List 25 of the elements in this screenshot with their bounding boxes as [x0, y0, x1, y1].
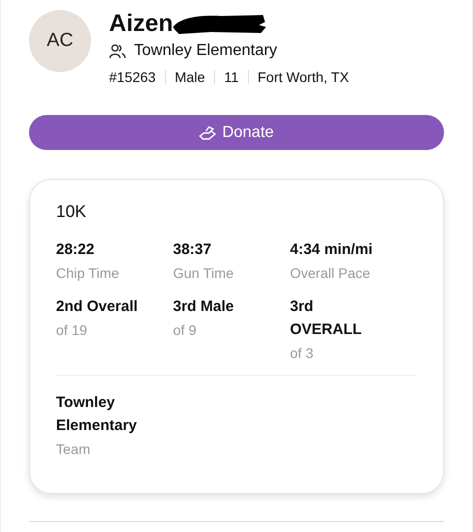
stat-label: Chip Time	[56, 265, 120, 281]
stat-value: 3rd Male	[173, 297, 234, 317]
event-name: 10K	[56, 202, 88, 222]
stat-label: of 9	[173, 322, 196, 338]
donate-hand-icon	[199, 125, 216, 140]
team-name: Townley Elementary	[56, 393, 138, 436]
stat-label: of 3	[290, 345, 314, 361]
stat-value: 28:22	[56, 240, 94, 260]
school-name: Townley Elementary	[134, 42, 278, 60]
athlete-detail: #15263	[109, 69, 156, 85]
stat-label: Gun Time	[173, 265, 234, 281]
athlete-detail: Fort Worth, TX	[258, 69, 349, 85]
stat-value: 3rd OVERALL	[290, 297, 363, 340]
stat-value: 38:37	[173, 240, 212, 260]
stat-label: of 19	[56, 322, 88, 338]
people-icon	[109, 44, 126, 58]
stat-label: Overall Pace	[290, 265, 370, 281]
stat-value: 2nd Overall	[56, 297, 138, 317]
stat-value: 4:34 min/mi	[290, 240, 373, 260]
athlete-detail: Male	[174, 69, 206, 85]
athlete-name: Aizen	[109, 10, 174, 38]
athlete-detail: 11	[224, 69, 239, 85]
donate-button[interactable]: Donate	[29, 115, 444, 150]
avatar: AC	[29, 10, 91, 72]
team-label: Team	[56, 441, 90, 457]
